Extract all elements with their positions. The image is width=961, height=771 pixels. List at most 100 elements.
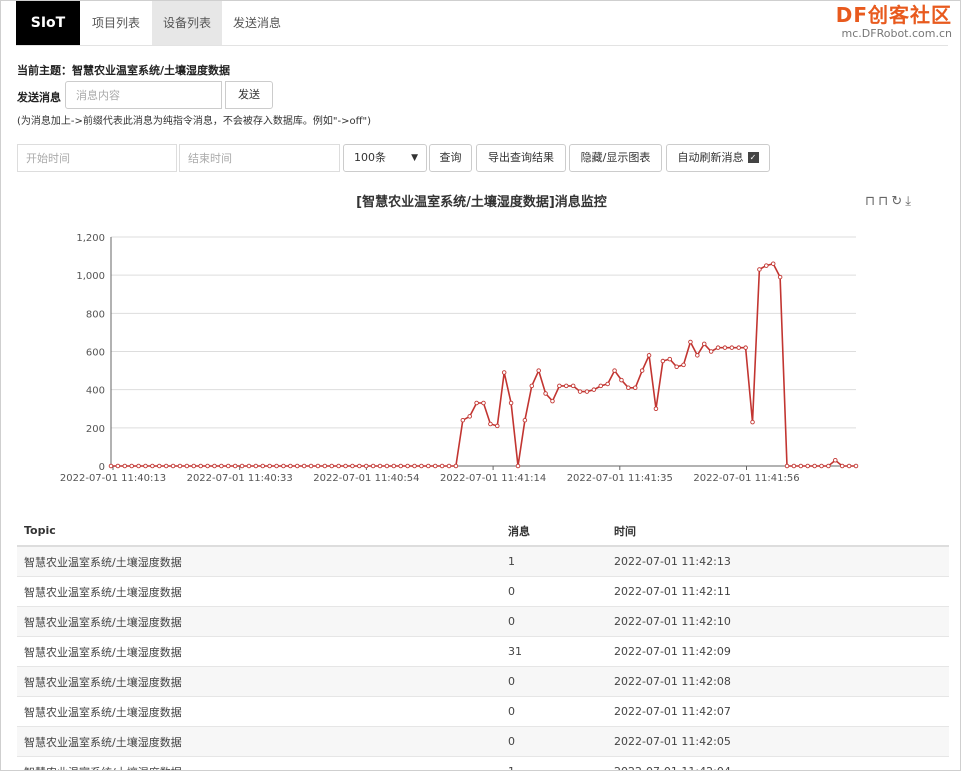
data-point: [129, 463, 134, 469]
data-point: [770, 261, 776, 266]
table-row: 智慧农业温室系统/土壤湿度数据 0 2022-07-01 11:42:11: [17, 576, 949, 607]
series-line: [111, 262, 856, 467]
data-point: [377, 463, 383, 469]
data-point: [384, 463, 390, 469]
line-chart: 0 200 400 600 800 1,000 1,200 2022-07-01 11:40:…: [60, 233, 859, 484]
data-point: [184, 463, 190, 469]
data-point: [812, 463, 817, 469]
data-point: [274, 463, 279, 469]
data-point: [515, 463, 521, 469]
data-point: [550, 398, 555, 404]
data-point: [357, 463, 362, 469]
cell-time: 2022-07-01 11:42:05: [607, 726, 949, 757]
data-point: [612, 368, 617, 373]
data-point: [177, 463, 183, 469]
table-row: 智慧农业温室系统/土壤湿度数据 0 2022-07-01 11:42:05: [17, 726, 949, 757]
table-header-row: Topic 消息 时间: [17, 516, 949, 547]
data-point: [626, 385, 631, 391]
col-topic: Topic: [17, 516, 501, 547]
data-point: [481, 400, 486, 406]
app-frame: SIoT 项目列表 设备列表 发送消息 DF创客社区 mc.DFRobot.co…: [0, 0, 961, 771]
data-point: [660, 358, 666, 364]
data-point: [219, 463, 224, 469]
data-point: [157, 463, 162, 469]
cell-time: 2022-07-01 11:42:04: [607, 756, 949, 770]
cell-message: 31: [501, 636, 607, 667]
data-point: [260, 463, 266, 469]
y-tick-label: 0: [99, 462, 105, 473]
col-time: 时间: [607, 516, 949, 547]
data-point: [143, 463, 148, 469]
data-point: [301, 463, 307, 469]
y-tick-label: 800: [86, 309, 105, 320]
data-point: [598, 383, 604, 389]
data-point: [412, 463, 417, 469]
cell-message: 0: [501, 606, 607, 637]
data-point: [488, 421, 493, 427]
cell-message: 0: [501, 696, 607, 727]
data-point: [474, 400, 479, 406]
data-point: [681, 362, 686, 368]
data-point: [191, 463, 197, 469]
data-point: [363, 463, 369, 469]
data-point: [701, 341, 707, 347]
data-point: [253, 463, 259, 469]
cell-message: 0: [501, 726, 607, 757]
cell-time: 2022-07-01 11:42:07: [607, 696, 949, 727]
data-point: [267, 463, 272, 469]
cell-message: 0: [501, 576, 607, 607]
data-point: [853, 463, 859, 469]
data-point: [246, 463, 252, 469]
data-point: [432, 463, 438, 469]
data-point: [398, 463, 403, 469]
x-tick-label: 2022-07-01 11:41:35: [567, 473, 673, 484]
data-point: [239, 463, 245, 469]
data-point: [536, 368, 541, 373]
data-point: [798, 463, 804, 469]
data-point: [136, 463, 141, 469]
cell-topic: 智慧农业温室系统/土壤湿度数据: [17, 696, 501, 727]
data-point: [426, 463, 431, 469]
data-point: [281, 463, 286, 469]
cell-topic: 智慧农业温室系统/土壤湿度数据: [17, 546, 501, 577]
data-point: [591, 387, 597, 392]
data-point: [419, 463, 424, 469]
data-point: [750, 419, 755, 425]
cell-topic: 智慧农业温室系统/土壤湿度数据: [17, 666, 501, 697]
data-point: [405, 463, 410, 469]
data-point: [460, 417, 466, 423]
data-point: [308, 463, 314, 469]
data-point: [122, 463, 128, 469]
data-point: [791, 463, 797, 469]
data-point: [605, 381, 610, 387]
data-point: [777, 274, 783, 280]
x-tick-label: 2022-07-01 11:41:14: [440, 473, 546, 484]
x-tick-label: 2022-07-01 11:40:33: [187, 473, 293, 484]
y-tick-label: 1,200: [76, 233, 105, 244]
data-point: [295, 463, 300, 469]
data-point: [226, 463, 231, 469]
data-point: [833, 458, 838, 463]
data-point: [336, 463, 341, 469]
data-point: [674, 364, 679, 370]
data-point: [764, 263, 769, 268]
data-point: [205, 463, 210, 469]
data-point: [543, 391, 548, 396]
data-point: [350, 463, 355, 469]
data-point: [150, 463, 155, 469]
col-message: 消息: [501, 516, 607, 547]
data-point: [839, 463, 845, 469]
table-row: 智慧农业温室系统/土壤湿度数据 0 2022-07-01 11:42:07: [17, 696, 949, 727]
cell-topic: 智慧农业温室系统/土壤湿度数据: [17, 636, 501, 667]
data-point: [501, 370, 507, 375]
cell-topic: 智慧农业温室系统/土壤湿度数据: [17, 726, 501, 757]
y-tick-label: 400: [86, 386, 105, 397]
cell-topic: 智慧农业温室系统/土壤湿度数据: [17, 576, 501, 607]
data-point: [170, 463, 176, 469]
y-tick-label: 200: [86, 424, 105, 435]
x-tick-label: 2022-07-01 11:40:54: [313, 473, 419, 484]
data-point: [715, 345, 721, 350]
data-point: [564, 383, 569, 389]
data-point: [370, 463, 376, 469]
table-row: 智慧农业温室系统/土壤湿度数据 0 2022-07-01 11:42:08: [17, 666, 949, 697]
